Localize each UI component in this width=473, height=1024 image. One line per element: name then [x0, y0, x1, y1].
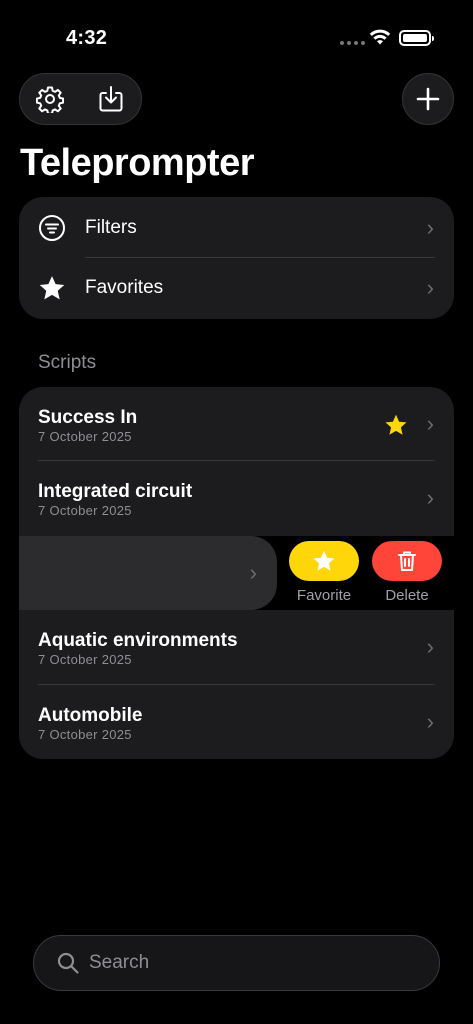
star-icon: [38, 274, 66, 302]
menu-item-label: Favorites: [85, 277, 164, 298]
script-date: 7 October 2025: [38, 727, 132, 742]
script-date: 7 October 2025: [38, 652, 132, 667]
add-script-button[interactable]: [402, 73, 454, 125]
script-title: Integrated circuit: [38, 481, 193, 502]
toolbar-pill: [19, 73, 142, 125]
script-date: 7 October 2025: [38, 429, 132, 444]
chevron-right-icon: ›: [426, 215, 434, 240]
script-row[interactable]: Automobile 7 October 2025 ›: [19, 685, 454, 759]
script-row-swiped[interactable]: ›: [19, 536, 277, 610]
favorite-star-icon: [385, 414, 407, 435]
chevron-right-icon: ›: [426, 411, 434, 436]
delete-action-button[interactable]: [372, 541, 442, 581]
gear-icon: [36, 86, 65, 113]
favorite-action-label: Favorite: [296, 587, 352, 604]
script-title: Aquatic environments: [38, 630, 238, 651]
chevron-right-icon: ›: [426, 275, 434, 300]
menu-item-label: Filters: [85, 217, 137, 238]
chevron-right-icon: ›: [426, 709, 434, 734]
favorite-action-button[interactable]: [289, 541, 359, 581]
battery-icon: [399, 30, 434, 46]
chevron-right-icon: ›: [426, 485, 434, 510]
search-bar[interactable]: Search: [33, 935, 440, 991]
status-time: 4:32: [66, 27, 108, 49]
menu-item-filters[interactable]: Filters ›: [19, 198, 454, 258]
script-row[interactable]: Aquatic environments 7 October 2025 ›: [19, 610, 454, 684]
section-title-scripts: Scripts: [38, 352, 97, 373]
import-button[interactable]: [81, 73, 142, 125]
wifi-icon: [369, 29, 391, 45]
search-input[interactable]: Search: [89, 952, 149, 974]
chevron-right-icon: ›: [249, 560, 257, 585]
settings-button[interactable]: [20, 73, 81, 125]
filter-icon: [38, 214, 66, 242]
chevron-right-icon: ›: [426, 634, 434, 659]
trash-icon: [398, 551, 416, 571]
delete-action-label: Delete: [385, 587, 429, 604]
page-title: Teleprompter: [20, 142, 255, 184]
menu-item-favorites[interactable]: Favorites ›: [19, 258, 454, 318]
script-row[interactable]: Success In 7 October 2025 ›: [19, 387, 454, 461]
script-date: 7 October 2025: [38, 503, 132, 518]
search-icon: [57, 952, 79, 974]
cellular-signal-icon: [340, 41, 365, 45]
swiped-script-row: › Favorite Delete: [0, 536, 473, 610]
favorite-action[interactable]: Favorite: [289, 541, 359, 604]
plus-icon: [416, 87, 440, 111]
star-icon: [313, 550, 335, 571]
menu-group: Filters › Favorites ›: [19, 197, 454, 319]
script-row[interactable]: Integrated circuit 7 October 2025 ›: [19, 461, 454, 535]
script-title: Automobile: [38, 705, 143, 726]
script-title: Success In: [38, 407, 138, 428]
delete-action[interactable]: Delete: [372, 541, 442, 604]
status-bar: 4:32: [0, 0, 473, 60]
download-icon: [99, 86, 123, 112]
